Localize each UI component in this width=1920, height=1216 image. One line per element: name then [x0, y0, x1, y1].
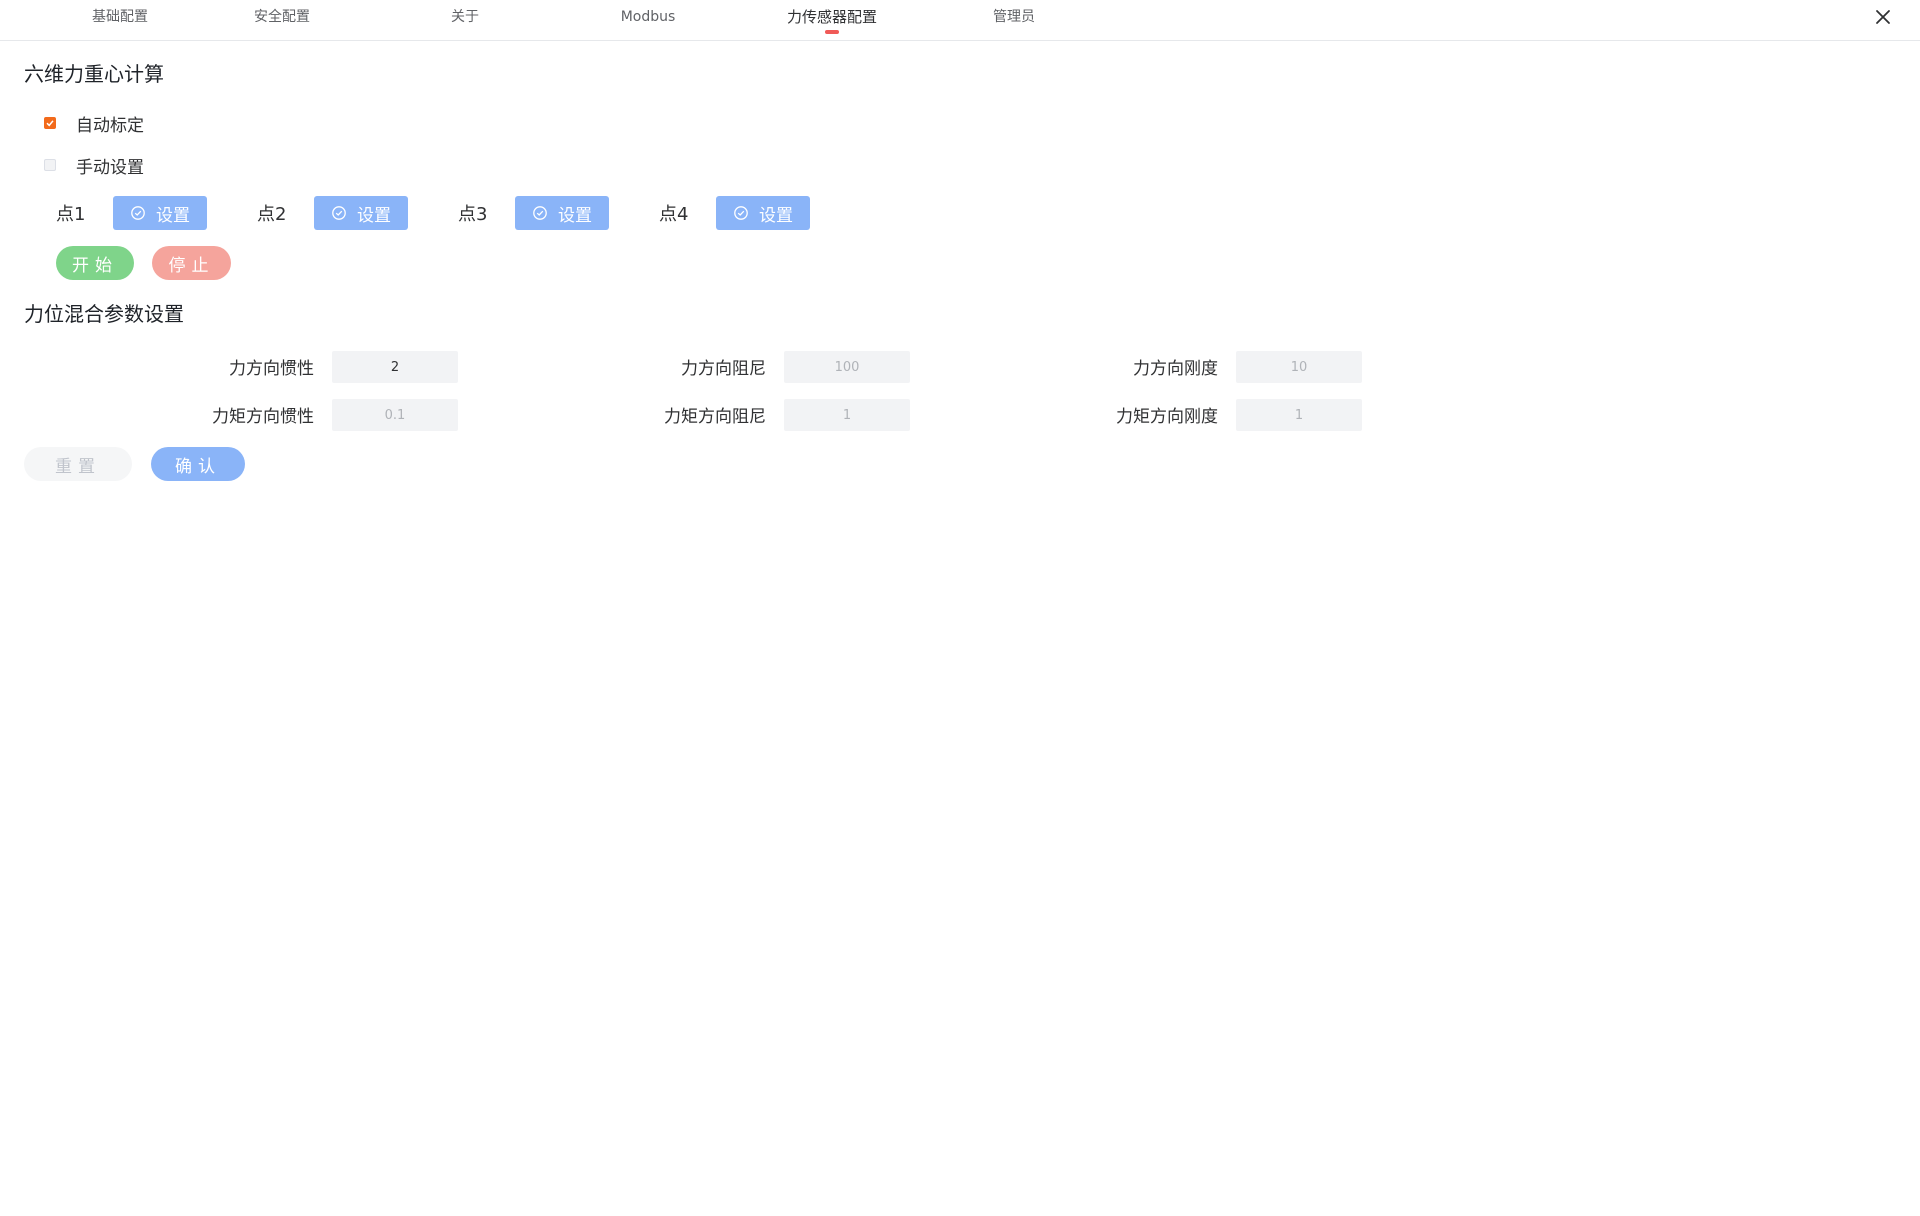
- manual-set-label: 手动设置: [76, 157, 144, 178]
- torque-stiffness-input[interactable]: [1236, 399, 1362, 431]
- manual-set-checkbox[interactable]: 手动设置: [44, 154, 144, 178]
- set-point-3-button[interactable]: 设置: [515, 196, 609, 230]
- torque-damping-label: 力矩方向阻尼: [664, 407, 766, 427]
- start-button-label: 开始: [72, 255, 118, 276]
- auto-calibrate-label: 自动标定: [76, 115, 144, 136]
- torque-damping-input[interactable]: [784, 399, 910, 431]
- point-label-1: 点1: [56, 204, 86, 225]
- tab-label: 基础配置: [92, 9, 148, 25]
- check-circle-icon: [533, 206, 547, 220]
- tab-basic-config[interactable]: 基础配置: [60, 0, 180, 36]
- reset-button[interactable]: 重置: [24, 447, 132, 481]
- check-circle-icon: [734, 206, 748, 220]
- tab-label: 力传感器配置: [786, 8, 877, 26]
- tab-label: Modbus: [620, 9, 676, 25]
- stop-button-label: 停止: [168, 255, 215, 276]
- force-inertia-input[interactable]: [332, 351, 458, 383]
- tab-label: 管理员: [993, 9, 1035, 25]
- auto-calibrate-checkbox[interactable]: 自动标定: [44, 112, 144, 136]
- force-stiffness-label: 力方向刚度: [1133, 359, 1218, 379]
- point-label-4: 点4: [659, 204, 689, 225]
- force-damping-input[interactable]: [784, 351, 910, 383]
- checkmark-icon[interactable]: [44, 117, 56, 129]
- set-point-4-button[interactable]: 设置: [716, 196, 810, 230]
- point-label-3: 点3: [458, 204, 488, 225]
- confirm-button[interactable]: 确认: [151, 447, 245, 481]
- set-button-label: 设置: [156, 205, 190, 226]
- tab-label: 关于: [451, 9, 479, 25]
- section-title-hybrid: 力位混合参数设置: [24, 302, 184, 326]
- close-icon[interactable]: [1872, 6, 1894, 28]
- reset-button-label: 重置: [55, 456, 101, 477]
- torque-inertia-label: 力矩方向惯性: [212, 407, 314, 427]
- tab-about[interactable]: 关于: [405, 0, 525, 36]
- start-button[interactable]: 开始: [56, 246, 134, 280]
- tab-force-sensor-config[interactable]: 力传感器配置: [764, 0, 900, 36]
- set-point-2-button[interactable]: 设置: [314, 196, 408, 230]
- set-point-1-button[interactable]: 设置: [113, 196, 207, 230]
- torque-inertia-input[interactable]: [332, 399, 458, 431]
- section-title-gravity: 六维力重心计算: [24, 62, 164, 86]
- tab-safety-config[interactable]: 安全配置: [222, 0, 342, 36]
- active-tab-indicator: [825, 30, 839, 34]
- force-damping-label: 力方向阻尼: [681, 359, 766, 379]
- stop-button[interactable]: 停止: [152, 246, 231, 280]
- tab-bar: 基础配置 安全配置 关于 Modbus 力传感器配置 管理员: [0, 0, 1920, 41]
- tab-modbus[interactable]: Modbus: [588, 0, 708, 36]
- torque-stiffness-label: 力矩方向刚度: [1116, 407, 1218, 427]
- set-button-label: 设置: [357, 205, 391, 226]
- tab-label: 安全配置: [254, 9, 310, 25]
- force-inertia-label: 力方向惯性: [229, 359, 314, 379]
- set-button-label: 设置: [558, 205, 592, 226]
- check-circle-icon: [332, 206, 346, 220]
- check-circle-icon: [131, 206, 145, 220]
- force-stiffness-input[interactable]: [1236, 351, 1362, 383]
- tab-admin[interactable]: 管理员: [954, 0, 1074, 36]
- checkbox-box[interactable]: [44, 159, 56, 171]
- confirm-button-label: 确认: [175, 456, 221, 477]
- set-button-label: 设置: [759, 205, 793, 226]
- point-label-2: 点2: [257, 204, 287, 225]
